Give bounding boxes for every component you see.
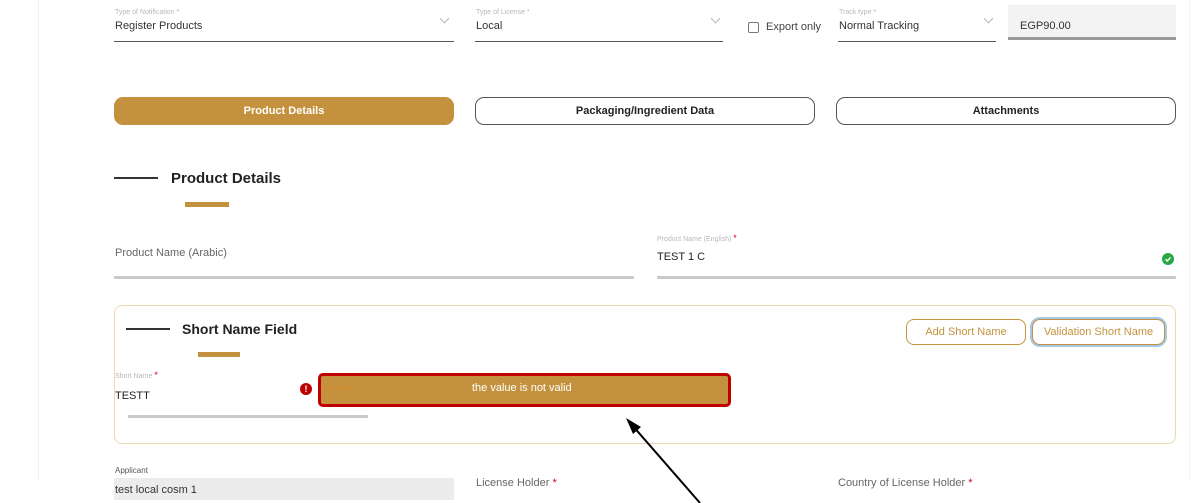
license-type-underline (475, 41, 723, 42)
section-title-line (126, 328, 170, 330)
country-label-text: Country of License Holder (838, 477, 966, 489)
license-holder-label[interactable]: License Holder * (476, 477, 557, 489)
tab-attachments[interactable]: Attachments (836, 97, 1176, 125)
license-type-value[interactable]: Local (476, 20, 502, 32)
notification-type-label: Type of Notification * (115, 9, 180, 16)
tab-packaging-ingredient-data[interactable]: Packaging/Ingredient Data (475, 97, 815, 125)
add-short-name-button[interactable]: Add Short Name (906, 319, 1026, 345)
section-title-accent (198, 352, 240, 357)
product-name-english-input[interactable]: TEST 1 C (657, 251, 705, 263)
section-title-line (114, 177, 158, 179)
short-name-label-text: Short Name (115, 373, 153, 380)
fee-underline (1008, 37, 1176, 40)
product-name-arabic-underline (114, 276, 634, 279)
export-only-label: Export only (766, 21, 822, 33)
track-type-label: Track type * (839, 9, 877, 16)
product-name-english-label-text: Product Name (English) (657, 236, 732, 243)
required-asterisk: * (552, 477, 557, 489)
section-title-accent (185, 202, 229, 207)
required-asterisk: * (968, 477, 973, 489)
product-name-english-label: Product Name (English) * (657, 233, 737, 243)
error-icon: ! (300, 383, 312, 395)
required-asterisk: * (733, 233, 737, 243)
license-holder-label-text: License Holder (476, 477, 550, 489)
notification-type-underline (114, 41, 454, 42)
country-of-license-holder-label[interactable]: Country of License Holder * (838, 477, 973, 489)
tab-product-details[interactable]: Product Details (114, 97, 454, 125)
license-type-label: Type of License * (476, 9, 530, 16)
short-name-input[interactable]: TESTT (115, 390, 150, 402)
product-details-title: Product Details (171, 170, 282, 187)
remove-short-name-link[interactable]: Remove (324, 384, 354, 393)
export-only-checkbox[interactable] (748, 22, 759, 33)
short-name-section-title: Short Name Field (182, 321, 298, 337)
track-type-value[interactable]: Normal Tracking (839, 20, 919, 32)
applicant-value: test local cosm 1 (115, 484, 197, 496)
product-name-english-underline (657, 276, 1176, 279)
required-asterisk: * (154, 370, 158, 380)
short-name-underline (128, 415, 368, 418)
fee-value: EGP90.00 (1020, 20, 1071, 32)
validation-short-name-button[interactable]: Validation Short Name (1032, 319, 1165, 345)
check-circle-icon (1162, 253, 1174, 265)
notification-type-value[interactable]: Register Products (115, 20, 202, 32)
error-message: the value is not valid (472, 382, 572, 394)
applicant-label: Applicant (115, 466, 148, 475)
short-name-label: Short Name * (115, 370, 158, 380)
product-name-arabic-input[interactable]: Product Name (Arabic) (115, 247, 227, 259)
track-type-underline (838, 41, 996, 42)
